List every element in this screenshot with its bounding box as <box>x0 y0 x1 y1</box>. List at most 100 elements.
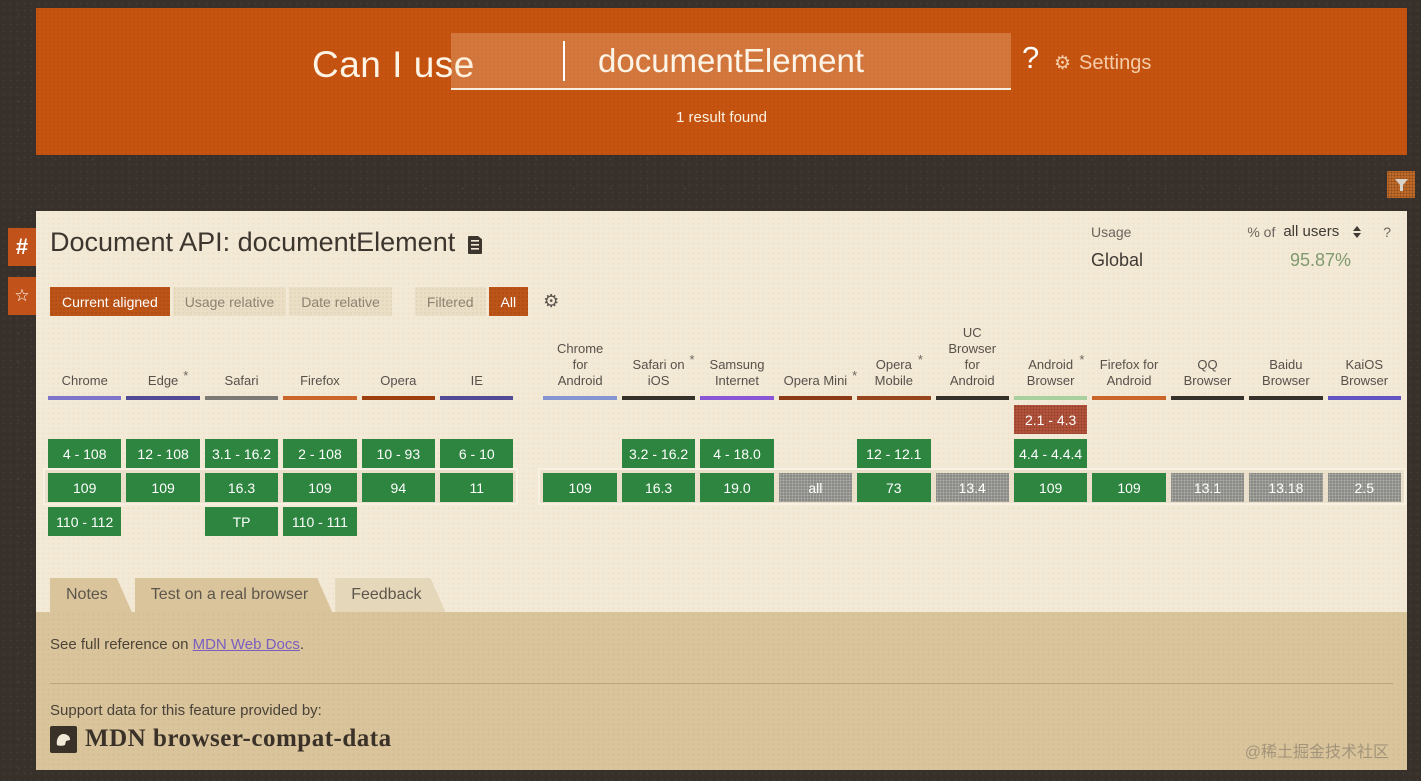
tab-feedback[interactable]: Feedback <box>335 578 445 612</box>
support-cell-qq_browser-13.1[interactable]: 13.1 <box>1171 473 1244 502</box>
usage-help-button[interactable]: ? <box>1383 224 1391 240</box>
support-cell-safari_ios-3.2-16.2[interactable]: 3.2 - 16.2 <box>622 439 695 468</box>
support-cell-firefox_android-109[interactable]: 109 <box>1092 473 1165 502</box>
tab-notes[interactable]: Notes <box>50 578 132 612</box>
browser-column-baidu_browser: Baidu Browser 13.18 <box>1249 326 1322 541</box>
support-cell-ie-6-10[interactable]: 6 - 10 <box>440 439 513 468</box>
support-cell-empty <box>440 507 513 536</box>
support-cell-firefox-2-108[interactable]: 2 - 108 <box>283 439 356 468</box>
browser-column-android_browser: Android Browser*2.1 - 4.34.4 - 4.4.4109 <box>1014 326 1087 541</box>
usage-bar <box>857 396 930 400</box>
table-settings-gear-icon[interactable]: ⚙ <box>543 287 559 316</box>
support-cell-chrome-109[interactable]: 109 <box>48 473 121 502</box>
global-label: Global <box>1091 250 1143 271</box>
toggle-filtered[interactable]: Filtered <box>415 287 486 316</box>
group-spacer <box>518 326 538 541</box>
support-cell-empty <box>936 405 1009 434</box>
filter-button[interactable] <box>1387 171 1415 198</box>
support-cell-empty <box>362 507 435 536</box>
select-arrows-icon[interactable] <box>1353 226 1361 238</box>
support-cell-uc_browser-13.4[interactable]: 13.4 <box>936 473 1009 502</box>
toggle-date-relative[interactable]: Date relative <box>289 287 392 316</box>
asterisk-note: * <box>690 352 695 368</box>
browser-name: Opera Mini* <box>779 326 852 396</box>
usage-bar <box>936 396 1009 400</box>
toggle-current-aligned[interactable]: Current aligned <box>50 287 170 316</box>
gear-icon: ⚙ <box>1054 52 1071 75</box>
browser-name: IE <box>440 326 513 396</box>
support-cell-empty <box>543 405 616 434</box>
reference-prefix: See full reference on <box>50 636 193 653</box>
help-button[interactable]: ? <box>1022 40 1039 76</box>
support-cell-samsung-19.0[interactable]: 19.0 <box>700 473 773 502</box>
usage-panel: Usage % of all users ? Global 95.87% <box>1091 223 1391 271</box>
browser-name: Firefox for Android <box>1092 326 1165 396</box>
sidebar-star-button[interactable]: ☆ <box>8 277 36 315</box>
support-cell-empty <box>283 405 356 434</box>
support-cell-kaios_browser-2.5[interactable]: 2.5 <box>1328 473 1401 502</box>
provider-name: MDN browser-compat-data <box>85 725 392 753</box>
browser-column-uc_browser: UC Browser for Android13.4 <box>936 326 1009 541</box>
asterisk-note: * <box>183 368 188 384</box>
toggle-usage-relative[interactable]: Usage relative <box>173 287 287 316</box>
browser-column-firefox_android: Firefox for Android 109 <box>1092 326 1165 541</box>
tab-test-on-a-real-browser[interactable]: Test on a real browser <box>135 578 332 612</box>
provider-row[interactable]: MDN browser-compat-data <box>50 725 392 753</box>
support-cell-chrome_android-109[interactable]: 109 <box>543 473 616 502</box>
support-cell-chrome-4-108[interactable]: 4 - 108 <box>48 439 121 468</box>
support-cell-edge-12-108[interactable]: 12 - 108 <box>126 439 199 468</box>
support-cell-empty <box>1249 439 1322 468</box>
hash-icon: # <box>16 234 28 260</box>
support-cell-empty <box>700 405 773 434</box>
support-cell-empty <box>126 507 199 536</box>
settings-button[interactable]: ⚙ Settings <box>1054 52 1151 75</box>
support-cell-opera_mini-all[interactable]: all <box>779 473 852 502</box>
support-cell-safari-3.1-16.2[interactable]: 3.1 - 16.2 <box>205 439 278 468</box>
support-cell-android_browser-109[interactable]: 109 <box>1014 473 1087 502</box>
support-cell-firefox-110-111[interactable]: 110 - 111 <box>283 507 356 536</box>
support-cell-opera_mobile-73[interactable]: 73 <box>857 473 930 502</box>
support-cell-empty <box>779 507 852 536</box>
document-icon[interactable] <box>467 235 483 255</box>
support-cell-baidu_browser-13.18[interactable]: 13.18 <box>1249 473 1322 502</box>
support-cell-opera-10-93[interactable]: 10 - 93 <box>362 439 435 468</box>
support-cell-android_browser-2.1-4.3[interactable]: 2.1 - 4.3 <box>1014 405 1087 434</box>
toggle-filter-all[interactable]: All <box>489 287 529 316</box>
browser-column-qq_browser: QQ Browser13.1 <box>1171 326 1244 541</box>
header-bar: Can I use ? ⚙ Settings 1 result found <box>36 8 1407 155</box>
browser-column-samsung: Samsung Internet4 - 18.019.0 <box>700 326 773 541</box>
support-cell-empty <box>622 405 695 434</box>
asterisk-note: * <box>918 352 923 368</box>
support-cell-empty <box>1171 439 1244 468</box>
support-cell-ie-11[interactable]: 11 <box>440 473 513 502</box>
browser-column-edge: Edge* 12 - 108 109 <box>126 326 199 541</box>
usage-bar <box>1171 396 1244 400</box>
support-cell-chrome-110-112[interactable]: 110 - 112 <box>48 507 121 536</box>
support-cell-safari-16.3[interactable]: 16.3 <box>205 473 278 502</box>
search-input[interactable] <box>451 33 1011 90</box>
support-cell-empty <box>936 439 1009 468</box>
usage-bar <box>1249 396 1322 400</box>
browser-name: Edge* <box>126 326 199 396</box>
usage-bar <box>205 396 278 400</box>
support-cell-firefox-109[interactable]: 109 <box>283 473 356 502</box>
support-provider-text: Support data for this feature provided b… <box>50 702 322 719</box>
support-cell-edge-109[interactable]: 109 <box>126 473 199 502</box>
support-cell-safari_ios-16.3[interactable]: 16.3 <box>622 473 695 502</box>
usage-bar <box>1092 396 1165 400</box>
usage-select[interactable]: all users <box>1283 223 1339 240</box>
support-cell-opera_mobile-12-12.1[interactable]: 12 - 12.1 <box>857 439 930 468</box>
support-cell-samsung-4-18.0[interactable]: 4 - 18.0 <box>700 439 773 468</box>
support-cell-empty <box>700 507 773 536</box>
bottom-panel: See full reference on MDN Web Docs. Supp… <box>36 612 1407 770</box>
support-cell-android_browser-4.4-4.4.4[interactable]: 4.4 - 4.4.4 <box>1014 439 1087 468</box>
support-cell-empty <box>857 405 930 434</box>
support-cell-opera-94[interactable]: 94 <box>362 473 435 502</box>
asterisk-note: * <box>1079 352 1084 368</box>
support-cell-safari-TP[interactable]: TP <box>205 507 278 536</box>
sidebar-hash-button[interactable]: # <box>8 228 36 266</box>
mdn-link[interactable]: MDN Web Docs <box>193 636 300 653</box>
browser-name: Baidu Browser <box>1249 326 1322 396</box>
support-cell-empty <box>1092 507 1165 536</box>
support-cell-empty <box>48 405 121 434</box>
